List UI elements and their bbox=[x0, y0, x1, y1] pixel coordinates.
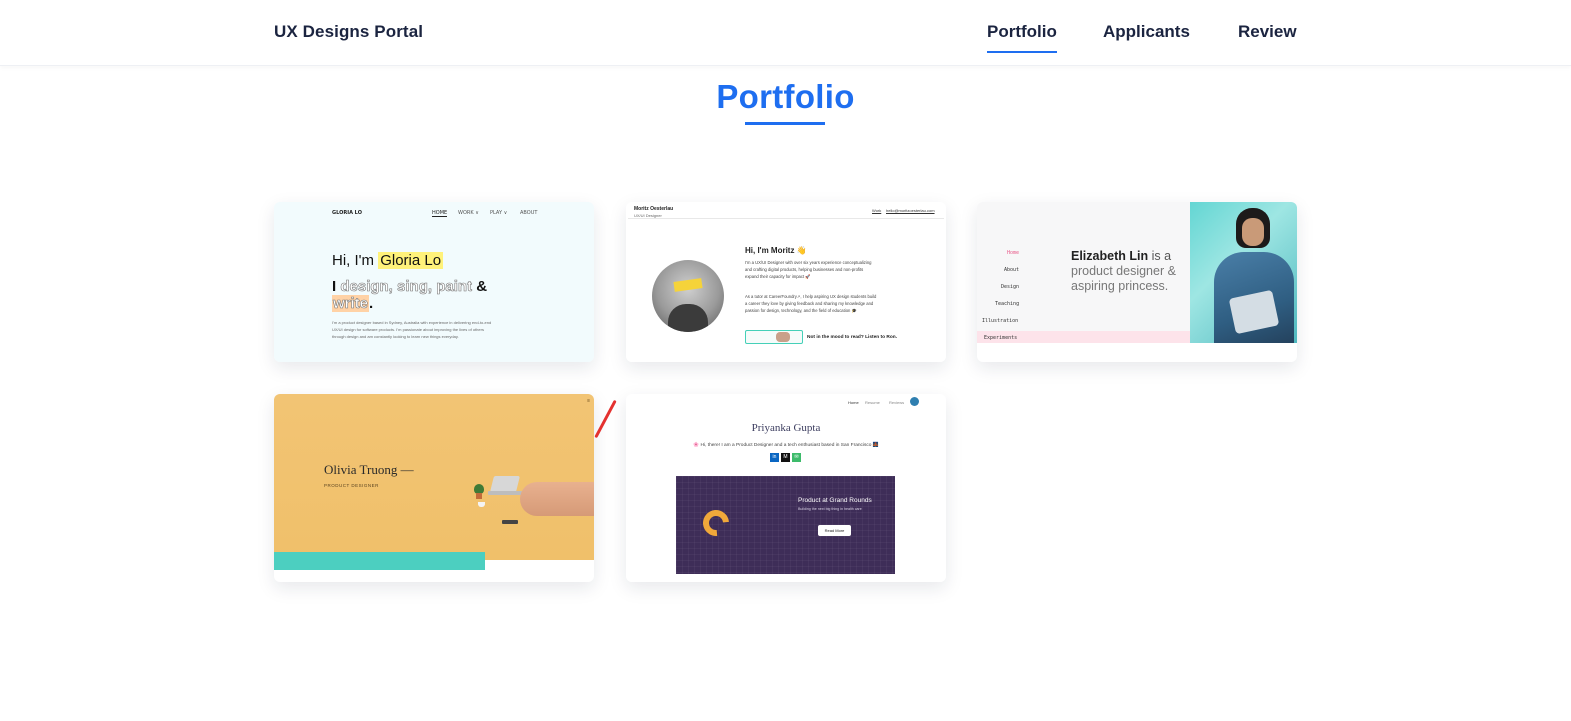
linkedin-icon: in bbox=[770, 453, 779, 462]
portfolio-card-elizabeth-lin[interactable]: Home About Design Teaching Illustration … bbox=[977, 202, 1297, 362]
top-header: UX Designs Portal Portfolio Applicants R… bbox=[0, 0, 1571, 66]
mock-nav-item: Reviews bbox=[889, 400, 905, 405]
page-title: Portfolio bbox=[716, 78, 855, 115]
mock-intro: 🌸 Hi, there! I am a Product Designer and… bbox=[693, 443, 879, 448]
mock-side-nav-item: Experiments bbox=[984, 335, 1018, 341]
mock-nav-item: Home bbox=[848, 400, 859, 405]
nav-applicants[interactable]: Applicants bbox=[1103, 22, 1190, 42]
mock-nav-item: WORK ∨ bbox=[458, 210, 479, 216]
avatar bbox=[652, 260, 724, 332]
mock-side-nav-item: Design bbox=[1001, 284, 1020, 290]
laptop-illustration bbox=[490, 476, 520, 492]
menu-icon: ≡ bbox=[587, 398, 590, 404]
mock-name: Moritz Oesterlau bbox=[634, 206, 674, 212]
mock-side-nav-item: Illustration bbox=[982, 318, 1019, 324]
mock-nav-item: Resume bbox=[865, 400, 880, 405]
hand-illustration bbox=[520, 482, 594, 516]
mock-cta: Not in the mood to read? Listen to Ron. bbox=[807, 335, 898, 340]
mock-heading: Hi, I'm Moritz 👋 bbox=[745, 246, 807, 255]
mock-bio-line: I'm a product designer based in Sydney, … bbox=[332, 320, 492, 325]
mock-name: Olivia Truong — bbox=[324, 462, 414, 477]
feature-title: Product at Grand Rounds bbox=[798, 497, 872, 504]
brand-title[interactable]: UX Designs Portal bbox=[274, 22, 423, 42]
mock-tagline-line: product designer & bbox=[1071, 264, 1176, 278]
feature-subtitle: Building the next big thing in health ca… bbox=[798, 507, 862, 511]
portrait-photo bbox=[1190, 202, 1297, 343]
mock-para-line: passion for design, technology, and the … bbox=[745, 308, 857, 313]
mock-para-line: I'm a UX/UI Designer with over six years… bbox=[745, 260, 872, 265]
portfolio-card-priyanka-gupta[interactable]: Home Resume Reviews Priyanka Gupta 🌸 Hi,… bbox=[626, 394, 946, 582]
mock-bio-line: through design and am constantly looking… bbox=[332, 334, 459, 339]
portfolio-thumbnail: Moritz Oesterlau UX/UI Designer Work hel… bbox=[626, 202, 946, 362]
mock-logo: GLORIA LO bbox=[332, 210, 362, 216]
mock-nav-email: hello@moritzoesterlau.com bbox=[886, 208, 935, 213]
portfolio-card-moritz[interactable]: Moritz Oesterlau UX/UI Designer Work hel… bbox=[626, 202, 946, 362]
portfolio-card-gloria-lo[interactable]: GLORIA LO HOME WORK ∨ PLAY ∨ ABOUT Hi, I… bbox=[274, 202, 594, 362]
avatar bbox=[910, 397, 919, 406]
mock-para-line: and crafting digital products, helping b… bbox=[745, 267, 864, 272]
portfolio-thumbnail: GLORIA LO HOME WORK ∨ PLAY ∨ ABOUT Hi, I… bbox=[274, 202, 594, 362]
teal-accent-bar bbox=[274, 552, 485, 570]
mock-bio-line: UX/UI design for software products. I'm … bbox=[332, 327, 484, 332]
mock-nav-item: PLAY ∨ bbox=[490, 210, 508, 216]
feature-banner: Product at Grand Rounds Building the nex… bbox=[676, 476, 895, 574]
grand-rounds-logo bbox=[697, 504, 735, 542]
mock-nav-item: HOME bbox=[432, 210, 448, 217]
portfolio-thumbnail: Home Resume Reviews Priyanka Gupta 🌸 Hi,… bbox=[626, 394, 946, 582]
annotation-stroke bbox=[594, 399, 617, 439]
mock-name: Priyanka Gupta bbox=[751, 422, 821, 434]
mock-side-nav-item: Teaching bbox=[995, 301, 1020, 307]
title-underline bbox=[745, 122, 825, 125]
mock-line-3: write. bbox=[332, 295, 374, 312]
mock-side-nav-item: Home bbox=[1007, 250, 1020, 256]
mock-para-line: a career they love by giving feedback an… bbox=[745, 301, 874, 306]
medium-icon: M bbox=[781, 453, 790, 462]
mock-greeting: Hi, I'm Gloria Lo bbox=[332, 252, 444, 269]
nav-review[interactable]: Review bbox=[1238, 22, 1297, 42]
portfolio-thumbnail: ≡ Olivia Truong — PRODUCT DESIGNER bbox=[274, 394, 594, 560]
mock-side-nav-item: About bbox=[1004, 267, 1020, 273]
mock-divider bbox=[628, 218, 944, 219]
mock-nav-work: Work bbox=[872, 208, 882, 213]
mock-tagline-line: aspiring princess. bbox=[1071, 279, 1169, 293]
mock-para-line: As a tutor at CareerFoundry↗, I help asp… bbox=[745, 294, 877, 299]
nav-portfolio[interactable]: Portfolio bbox=[987, 22, 1057, 53]
portfolio-thumbnail: Home About Design Teaching Illustration … bbox=[977, 202, 1297, 343]
mock-line-2: I design, sing, paint & bbox=[332, 278, 488, 296]
mail-icon: ✉ bbox=[792, 453, 801, 462]
mock-role: PRODUCT DESIGNER bbox=[324, 483, 379, 488]
portfolio-card-olivia-truong[interactable]: ≡ Olivia Truong — PRODUCT DESIGNER bbox=[274, 394, 594, 582]
mock-para-line: expand their capacity for impact 🚀 bbox=[745, 274, 811, 279]
mock-audio-thumb bbox=[745, 330, 803, 344]
mock-tagline: Elizabeth Lin is a bbox=[1071, 249, 1172, 263]
read-more-button: Read More bbox=[818, 525, 851, 536]
mock-nav-item: ABOUT bbox=[520, 210, 538, 216]
